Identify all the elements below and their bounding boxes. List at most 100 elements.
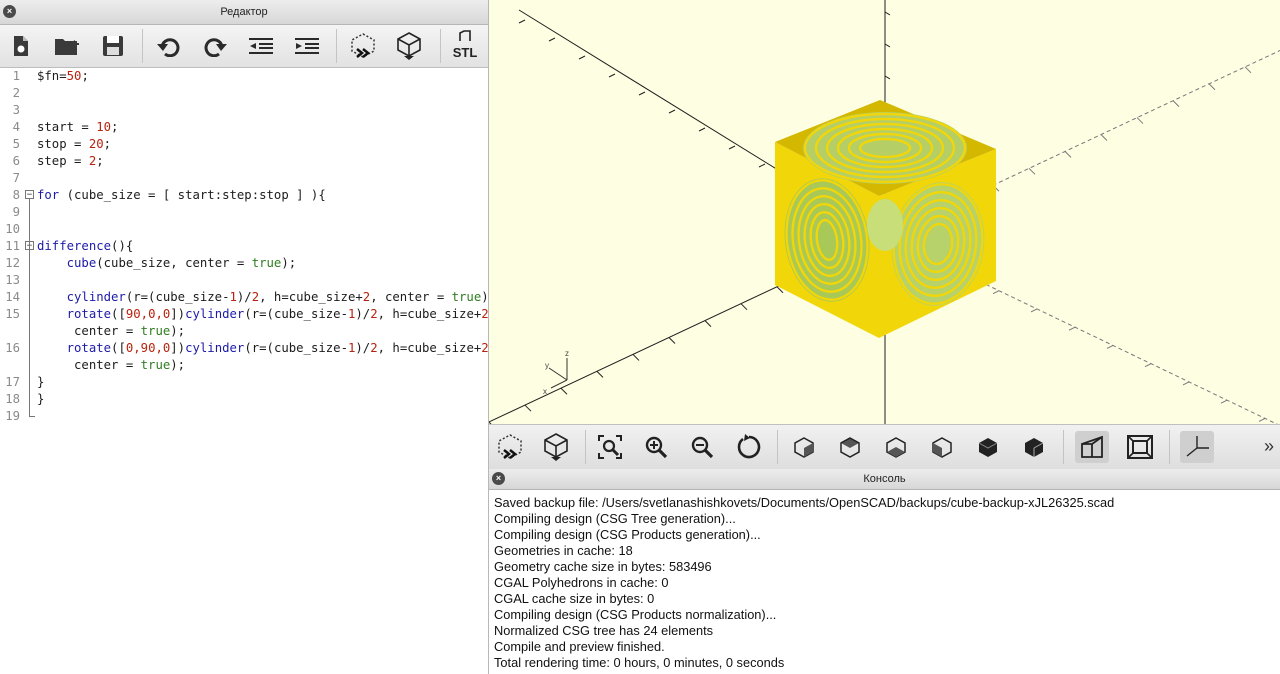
unindent-button[interactable]: [244, 30, 278, 62]
reset-view-icon: [737, 434, 761, 459]
axis-tick: [668, 337, 676, 344]
code-line[interactable]: 18}: [0, 391, 488, 408]
open-file-button[interactable]: [50, 30, 84, 62]
code-line[interactable]: center = true);: [0, 357, 488, 374]
code-token: (r=(cube_size-: [244, 341, 348, 355]
code-token: =: [59, 69, 67, 83]
code-line[interactable]: 16 rotate([0,90,0])cylinder(r=(cube_size…: [0, 340, 511, 357]
code-token: )/: [236, 290, 252, 304]
render-button[interactable]: [392, 30, 426, 62]
code-editor[interactable]: 1 $fn=50; 2 3 4 start = 10; 5 stop = 20; 6 step =…: [0, 68, 511, 674]
code-line[interactable]: 17}: [0, 374, 488, 391]
code-line[interactable]: 12 cube(cube_size, center = true);: [0, 255, 488, 272]
code-text: center = true);: [37, 323, 185, 340]
editor-panel: × Редактор STL 1 $fn=50; 2 3 4 start = 1…: [0, 0, 511, 674]
code-line[interactable]: 3: [0, 102, 488, 119]
axis-tick: [1028, 167, 1036, 175]
code-token: for: [37, 188, 60, 202]
line-number: 9: [12, 205, 20, 219]
new-file-icon: [14, 36, 28, 56]
code-token: center =: [37, 358, 141, 372]
code-line[interactable]: 10: [0, 221, 488, 238]
line-number: 1: [12, 69, 20, 83]
code-line[interactable]: 11difference(){−: [0, 238, 488, 255]
undo-button[interactable]: [152, 30, 186, 62]
render-button[interactable]: [539, 431, 573, 463]
code-line[interactable]: 19: [0, 408, 488, 425]
code-text: center = true);: [37, 357, 185, 374]
code-line[interactable]: 6 step = 2;: [0, 153, 488, 170]
view-top-button[interactable]: [833, 431, 867, 463]
axis-tick: [578, 55, 586, 60]
view-back-button[interactable]: [1017, 431, 1051, 463]
redo-button[interactable]: [198, 30, 232, 62]
code-line[interactable]: center = true);: [0, 323, 488, 340]
code-line[interactable]: 4 start = 10;: [0, 119, 488, 136]
view-right-button[interactable]: [787, 431, 821, 463]
code-text: cylinder(r=(cube_size-1)/2, h=cube_size+…: [37, 289, 496, 306]
view-toolbar: »: [489, 424, 1280, 470]
axis-tick: [992, 290, 1000, 295]
fold-toggle[interactable]: −: [25, 190, 34, 200]
code-token: , h=cube_size+: [377, 341, 482, 355]
preview-button[interactable]: [346, 30, 380, 62]
code-token: stop: [37, 137, 75, 151]
perspective-icon: [1081, 435, 1103, 458]
axis-tick: [698, 127, 706, 132]
code-line[interactable]: 7: [0, 170, 488, 187]
code-line[interactable]: 9: [0, 204, 488, 221]
code-line[interactable]: 5 stop = 20;: [0, 136, 488, 153]
indent-button[interactable]: [290, 30, 324, 62]
console-line: Compile and preview finished.: [494, 639, 665, 654]
line-number: 4: [12, 120, 20, 134]
code-line[interactable]: 1 $fn=50;: [0, 68, 488, 85]
axis-tick: [1220, 399, 1228, 404]
3d-viewport[interactable]: z x y: [489, 0, 1280, 424]
export-stl-button[interactable]: STL: [448, 30, 482, 62]
code-token: ]): [170, 307, 186, 321]
line-number: 19: [5, 409, 20, 423]
view-left-button[interactable]: [925, 431, 959, 463]
preview-icon: [351, 33, 375, 58]
code-token: (cube_size = [ start:step:stop ] ){: [59, 188, 326, 202]
preview-button[interactable]: [493, 431, 527, 463]
code-line[interactable]: 14 cylinder(r=(cube_size-1)/2, h=cube_si…: [0, 289, 496, 306]
view-all-button[interactable]: [593, 431, 627, 463]
axis-tick: [884, 75, 891, 80]
more-tools-chevron[interactable]: »: [1264, 436, 1274, 457]
orthogonal-button[interactable]: [1123, 431, 1157, 463]
code-line[interactable]: 15 rotate([90,0,0])cylinder(r=(cube_size…: [0, 306, 511, 323]
reset-view-button[interactable]: [732, 431, 766, 463]
inner-core: [867, 199, 903, 251]
show-axes-button[interactable]: [1180, 431, 1214, 463]
zoom-out-button[interactable]: [685, 431, 719, 463]
console-title-bar: × Консоль: [489, 469, 1280, 490]
zoom-in-button[interactable]: [639, 431, 673, 463]
axis-tick: [884, 43, 891, 48]
code-token: rotate: [37, 341, 112, 355]
axis-tick: [518, 19, 526, 24]
close-icon[interactable]: ×: [492, 472, 505, 485]
code-text: rotate([0,90,0])cylinder(r=(cube_size-1)…: [37, 340, 511, 357]
code-line[interactable]: 8 for (cube_size = [ start:step:stop ] ){…: [0, 187, 488, 204]
view-bottom-button[interactable]: [879, 431, 913, 463]
view-front-button[interactable]: [971, 431, 1005, 463]
new-file-button[interactable]: [4, 30, 38, 62]
save-button[interactable]: [96, 30, 130, 62]
stl-label: STL: [452, 44, 478, 60]
line-number: 11: [5, 239, 20, 253]
close-icon[interactable]: ×: [3, 5, 16, 18]
code-line[interactable]: 2: [0, 85, 488, 102]
code-token: 2: [251, 290, 260, 304]
view-front-icon: [978, 438, 998, 457]
code-line[interactable]: 13: [0, 272, 488, 289]
console-line: Compiling design (CSG Products normaliza…: [494, 607, 777, 622]
axis-tick: [524, 404, 532, 412]
perspective-button[interactable]: [1075, 431, 1109, 463]
code-token: );: [281, 256, 297, 270]
code-text: }: [37, 391, 44, 408]
axis-tick: [704, 320, 712, 327]
render-icon: [544, 433, 568, 461]
code-text: cube(cube_size, center = true);: [37, 255, 297, 272]
fold-guide-end: [29, 416, 35, 417]
